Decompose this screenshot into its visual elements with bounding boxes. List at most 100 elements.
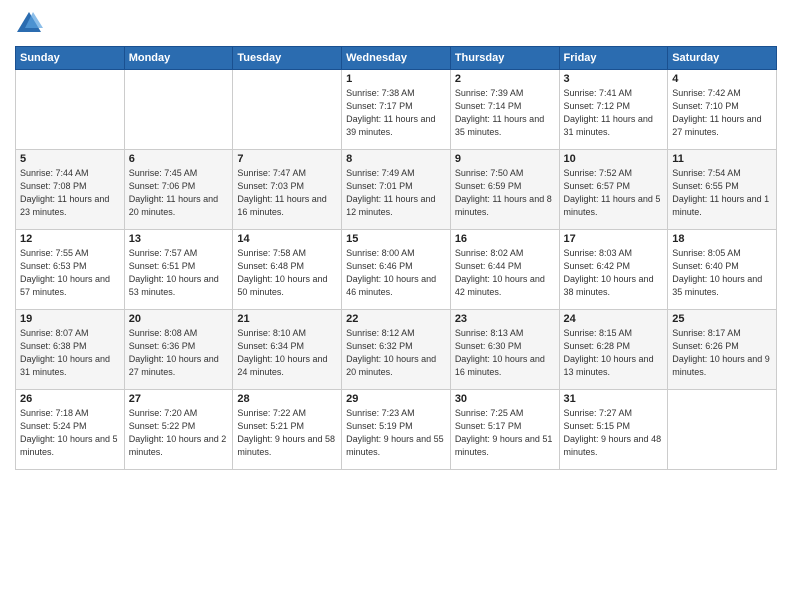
day-number: 1 bbox=[346, 73, 446, 85]
calendar-cell bbox=[16, 70, 125, 150]
weekday-header-friday: Friday bbox=[559, 47, 668, 70]
day-info: Sunrise: 8:07 AM Sunset: 6:38 PM Dayligh… bbox=[20, 327, 120, 379]
day-info: Sunrise: 8:02 AM Sunset: 6:44 PM Dayligh… bbox=[455, 247, 555, 299]
day-info: Sunrise: 7:58 AM Sunset: 6:48 PM Dayligh… bbox=[237, 247, 337, 299]
calendar-week-row: 1 Sunrise: 7:38 AM Sunset: 7:17 PM Daylig… bbox=[16, 70, 777, 150]
calendar-cell: 28 Sunrise: 7:22 AM Sunset: 5:21 PM Dayli… bbox=[233, 390, 342, 470]
day-number: 19 bbox=[20, 313, 120, 325]
logo-icon bbox=[15, 10, 43, 38]
day-number: 21 bbox=[237, 313, 337, 325]
day-number: 30 bbox=[455, 393, 555, 405]
day-info: Sunrise: 8:03 AM Sunset: 6:42 PM Dayligh… bbox=[564, 247, 664, 299]
day-info: Sunrise: 7:47 AM Sunset: 7:03 PM Dayligh… bbox=[237, 167, 337, 219]
calendar-week-row: 12 Sunrise: 7:55 AM Sunset: 6:53 PM Dayli… bbox=[16, 230, 777, 310]
calendar-cell: 2Sunrise: 7:39 AM Sunset: 7:14 PM Daylig… bbox=[450, 70, 559, 150]
day-info: Sunrise: 7:41 AM Sunset: 7:12 PM Dayligh… bbox=[564, 87, 664, 139]
calendar-cell: 25 Sunrise: 8:17 AM Sunset: 6:26 PM Dayli… bbox=[668, 310, 777, 390]
calendar-container: SundayMondayTuesdayWednesdayThursdayFrid… bbox=[0, 0, 792, 612]
calendar-cell: 20 Sunrise: 8:08 AM Sunset: 6:36 PM Dayli… bbox=[124, 310, 233, 390]
day-number: 23 bbox=[455, 313, 555, 325]
calendar-header: SundayMondayTuesdayWednesdayThursdayFrid… bbox=[16, 47, 777, 70]
day-info: Sunrise: 7:50 AM Sunset: 6:59 PM Dayligh… bbox=[455, 167, 555, 219]
calendar-cell: 9Sunrise: 7:50 AM Sunset: 6:59 PM Daylig… bbox=[450, 150, 559, 230]
calendar-cell: 6 Sunrise: 7:45 AM Sunset: 7:06 PM Daylig… bbox=[124, 150, 233, 230]
calendar-cell: 30 Sunrise: 7:25 AM Sunset: 5:17 PM Dayli… bbox=[450, 390, 559, 470]
weekday-header-thursday: Thursday bbox=[450, 47, 559, 70]
weekday-header-saturday: Saturday bbox=[668, 47, 777, 70]
calendar-cell bbox=[233, 70, 342, 150]
day-info: Sunrise: 7:49 AM Sunset: 7:01 PM Dayligh… bbox=[346, 167, 446, 219]
day-number: 20 bbox=[129, 313, 229, 325]
day-number: 16 bbox=[455, 233, 555, 245]
day-number: 28 bbox=[237, 393, 337, 405]
calendar-cell: 22 Sunrise: 8:12 AM Sunset: 6:32 PM Dayli… bbox=[342, 310, 451, 390]
day-info: Sunrise: 8:15 AM Sunset: 6:28 PM Dayligh… bbox=[564, 327, 664, 379]
day-info: Sunrise: 7:27 AM Sunset: 5:15 PM Dayligh… bbox=[564, 407, 664, 459]
calendar-cell: 16 Sunrise: 8:02 AM Sunset: 6:44 PM Dayli… bbox=[450, 230, 559, 310]
weekday-header-row: SundayMondayTuesdayWednesdayThursdayFrid… bbox=[16, 47, 777, 70]
weekday-header-monday: Monday bbox=[124, 47, 233, 70]
day-number: 17 bbox=[564, 233, 664, 245]
calendar-cell: 5 Sunrise: 7:44 AM Sunset: 7:08 PM Daylig… bbox=[16, 150, 125, 230]
day-number: 5 bbox=[20, 153, 120, 165]
header bbox=[15, 10, 777, 38]
day-number: 26 bbox=[20, 393, 120, 405]
calendar-cell: 1 Sunrise: 7:38 AM Sunset: 7:17 PM Daylig… bbox=[342, 70, 451, 150]
calendar-week-row: 26 Sunrise: 7:18 AM Sunset: 5:24 PM Dayli… bbox=[16, 390, 777, 470]
day-number: 3 bbox=[564, 73, 664, 85]
day-info: Sunrise: 8:12 AM Sunset: 6:32 PM Dayligh… bbox=[346, 327, 446, 379]
day-info: Sunrise: 7:45 AM Sunset: 7:06 PM Dayligh… bbox=[129, 167, 229, 219]
weekday-header-wednesday: Wednesday bbox=[342, 47, 451, 70]
calendar-cell: 15Sunrise: 8:00 AM Sunset: 6:46 PM Dayli… bbox=[342, 230, 451, 310]
day-info: Sunrise: 7:57 AM Sunset: 6:51 PM Dayligh… bbox=[129, 247, 229, 299]
day-info: Sunrise: 7:22 AM Sunset: 5:21 PM Dayligh… bbox=[237, 407, 337, 459]
day-info: Sunrise: 7:55 AM Sunset: 6:53 PM Dayligh… bbox=[20, 247, 120, 299]
day-number: 18 bbox=[672, 233, 772, 245]
day-info: Sunrise: 8:10 AM Sunset: 6:34 PM Dayligh… bbox=[237, 327, 337, 379]
calendar-cell bbox=[124, 70, 233, 150]
day-info: Sunrise: 8:13 AM Sunset: 6:30 PM Dayligh… bbox=[455, 327, 555, 379]
logo bbox=[15, 10, 47, 38]
day-number: 24 bbox=[564, 313, 664, 325]
day-info: Sunrise: 8:05 AM Sunset: 6:40 PM Dayligh… bbox=[672, 247, 772, 299]
day-number: 27 bbox=[129, 393, 229, 405]
day-info: Sunrise: 7:42 AM Sunset: 7:10 PM Dayligh… bbox=[672, 87, 772, 139]
calendar-cell: 23 Sunrise: 8:13 AM Sunset: 6:30 PM Dayli… bbox=[450, 310, 559, 390]
calendar-cell: 17 Sunrise: 8:03 AM Sunset: 6:42 PM Dayli… bbox=[559, 230, 668, 310]
calendar-cell: 31Sunrise: 7:27 AM Sunset: 5:15 PM Dayli… bbox=[559, 390, 668, 470]
calendar-cell: 21 Sunrise: 8:10 AM Sunset: 6:34 PM Dayli… bbox=[233, 310, 342, 390]
day-info: Sunrise: 7:25 AM Sunset: 5:17 PM Dayligh… bbox=[455, 407, 555, 459]
day-number: 12 bbox=[20, 233, 120, 245]
calendar-cell: 26 Sunrise: 7:18 AM Sunset: 5:24 PM Dayli… bbox=[16, 390, 125, 470]
day-info: Sunrise: 7:54 AM Sunset: 6:55 PM Dayligh… bbox=[672, 167, 772, 219]
day-number: 6 bbox=[129, 153, 229, 165]
calendar-cell: 7 Sunrise: 7:47 AM Sunset: 7:03 PM Daylig… bbox=[233, 150, 342, 230]
calendar-cell: 8 Sunrise: 7:49 AM Sunset: 7:01 PM Daylig… bbox=[342, 150, 451, 230]
calendar-week-row: 5 Sunrise: 7:44 AM Sunset: 7:08 PM Daylig… bbox=[16, 150, 777, 230]
day-number: 4 bbox=[672, 73, 772, 85]
day-info: Sunrise: 7:20 AM Sunset: 5:22 PM Dayligh… bbox=[129, 407, 229, 459]
day-number: 11 bbox=[672, 153, 772, 165]
day-info: Sunrise: 7:38 AM Sunset: 7:17 PM Dayligh… bbox=[346, 87, 446, 139]
calendar-table: SundayMondayTuesdayWednesdayThursdayFrid… bbox=[15, 46, 777, 470]
day-number: 10 bbox=[564, 153, 664, 165]
day-info: Sunrise: 8:17 AM Sunset: 6:26 PM Dayligh… bbox=[672, 327, 772, 379]
calendar-week-row: 19 Sunrise: 8:07 AM Sunset: 6:38 PM Dayli… bbox=[16, 310, 777, 390]
calendar-cell: 4 Sunrise: 7:42 AM Sunset: 7:10 PM Daylig… bbox=[668, 70, 777, 150]
day-number: 7 bbox=[237, 153, 337, 165]
day-info: Sunrise: 7:44 AM Sunset: 7:08 PM Dayligh… bbox=[20, 167, 120, 219]
calendar-cell: 13 Sunrise: 7:57 AM Sunset: 6:51 PM Dayli… bbox=[124, 230, 233, 310]
calendar-cell: 10 Sunrise: 7:52 AM Sunset: 6:57 PM Dayli… bbox=[559, 150, 668, 230]
weekday-header-tuesday: Tuesday bbox=[233, 47, 342, 70]
day-number: 22 bbox=[346, 313, 446, 325]
day-info: Sunrise: 7:52 AM Sunset: 6:57 PM Dayligh… bbox=[564, 167, 664, 219]
day-number: 8 bbox=[346, 153, 446, 165]
day-info: Sunrise: 7:18 AM Sunset: 5:24 PM Dayligh… bbox=[20, 407, 120, 459]
calendar-cell: 29Sunrise: 7:23 AM Sunset: 5:19 PM Dayli… bbox=[342, 390, 451, 470]
day-number: 25 bbox=[672, 313, 772, 325]
day-info: Sunrise: 8:08 AM Sunset: 6:36 PM Dayligh… bbox=[129, 327, 229, 379]
day-info: Sunrise: 7:39 AM Sunset: 7:14 PM Dayligh… bbox=[455, 87, 555, 139]
day-number: 14 bbox=[237, 233, 337, 245]
day-number: 13 bbox=[129, 233, 229, 245]
calendar-cell: 3 Sunrise: 7:41 AM Sunset: 7:12 PM Daylig… bbox=[559, 70, 668, 150]
